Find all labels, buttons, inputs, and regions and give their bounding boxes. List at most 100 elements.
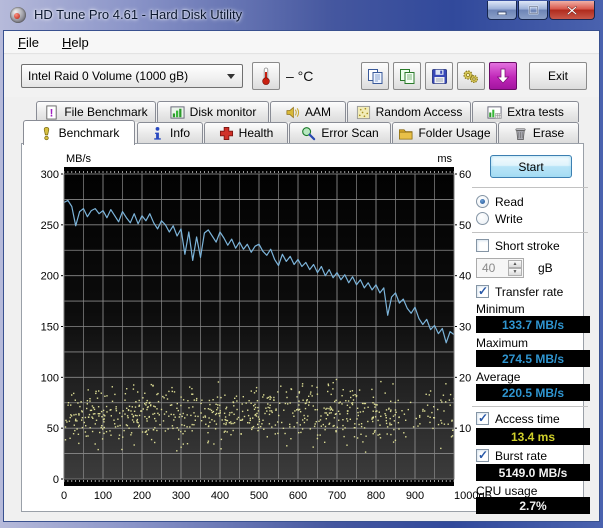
cpu-usage-label: CPU usage [476,484,537,498]
tab-disk-monitor[interactable]: Disk monitor [157,101,269,122]
short-stroke-checkbox[interactable]: Short stroke [476,238,560,253]
spinner-down-icon[interactable]: ▼ [508,268,522,276]
write-radio[interactable]: Write [476,211,523,226]
cpu-usage-value: 2.7% [476,497,590,514]
copy-image-button[interactable] [393,62,421,90]
svg-text:300: 300 [41,169,59,181]
maximize-button[interactable] [518,1,548,20]
spinner-up-icon[interactable]: ▲ [508,260,522,268]
toolbar: Intel Raid 0 Volume (1000 gB) – °C [4,55,599,97]
maximum-value: 274.5 MB/s [476,350,590,367]
svg-text:20: 20 [459,372,471,384]
drive-selector-value: Intel Raid 0 Volume (1000 gB) [28,69,188,83]
checkbox-icon [476,412,489,425]
svg-text:400: 400 [211,490,229,502]
tab-folder-usage[interactable]: Folder Usage [392,122,497,143]
app-icon [10,7,26,23]
disk-monitor-icon [170,105,185,120]
tab-error-scan[interactable]: Error Scan [289,122,391,143]
tab-extra-tests[interactable]: Extra tests [472,101,579,122]
tab-random-access[interactable]: Random Access [347,101,471,122]
aam-icon [285,105,300,120]
tab-benchmark[interactable]: Benchmark [23,120,135,145]
menu-bar: File Help [4,31,599,54]
tab-health[interactable]: Health [204,122,288,143]
save-icon [431,68,448,85]
burst-rate-checkbox[interactable]: Burst rate [476,448,547,463]
transfer-rate-checkbox[interactable]: Transfer rate [476,284,563,299]
svg-text:800: 800 [367,490,385,502]
short-stroke-spinner[interactable]: 40 ▲ ▼ [476,258,524,278]
minimum-value: 133.7 MB/s [476,316,590,333]
close-button[interactable] [549,1,595,20]
options-button[interactable] [457,62,485,90]
app-window: HD Tune Pro 4.61 - Hard Disk Utility Fil… [0,0,603,528]
tab-strip: ! File Benchmark Disk monitor AAM Random… [4,97,599,143]
radio-icon [476,195,489,208]
error-scan-icon [301,126,316,141]
options-icon [462,68,480,85]
tab-file-benchmark[interactable]: ! File Benchmark [36,101,156,122]
chevron-down-icon [227,74,235,79]
maximum-label: Maximum [476,336,528,350]
svg-text:600: 600 [289,490,307,502]
drive-selector[interactable]: Intel Raid 0 Volume (1000 gB) [21,64,243,88]
svg-text:900: 900 [406,490,424,502]
save-button[interactable] [425,62,453,90]
svg-text:200: 200 [41,271,59,283]
access-time-value: 13.4 ms [476,428,590,445]
checkbox-icon [476,239,489,252]
controls-panel: Start Read Write Short stroke 40 [472,144,594,513]
menu-file[interactable]: File [9,32,48,53]
extra-tests-icon [487,105,502,120]
average-label: Average [476,370,520,384]
burst-rate-value: 5149.0 MB/s [476,464,590,481]
minimize-button[interactable] [487,1,517,20]
menu-help[interactable]: Help [53,32,98,53]
svg-text:MB/s: MB/s [66,153,92,165]
info-icon [150,126,165,141]
read-radio[interactable]: Read [476,194,524,209]
capture-button[interactable] [489,62,517,90]
window-title: HD Tune Pro 4.61 - Hard Disk Utility [34,7,242,22]
tab-erase[interactable]: Erase [498,122,579,143]
temperature-value: – °C [286,68,313,84]
tab-aam[interactable]: AAM [270,101,346,122]
start-button[interactable]: Start [490,155,572,178]
svg-text:ms: ms [437,153,452,165]
svg-text:0: 0 [61,490,67,502]
checkbox-icon [476,285,489,298]
minimum-label: Minimum [476,302,525,316]
svg-text:30: 30 [459,322,471,334]
title-bar[interactable]: HD Tune Pro 4.61 - Hard Disk Utility [0,0,603,30]
access-time-checkbox[interactable]: Access time [476,411,560,426]
divider [472,187,588,188]
svg-text:500: 500 [250,490,268,502]
svg-text:150: 150 [41,322,59,334]
erase-icon [513,126,528,141]
average-value: 220.5 MB/s [476,384,590,401]
svg-text:100: 100 [41,372,59,384]
divider [472,232,588,233]
folder-usage-icon [398,126,413,141]
svg-text:250: 250 [41,220,59,232]
thermometer-icon [260,66,272,86]
temperature-button[interactable] [252,62,280,90]
tab-info[interactable]: Info [137,122,203,143]
svg-text:200: 200 [133,490,151,502]
benchmark-chart: 300250200150100500605040302010MB/sms0100… [22,144,492,504]
file-benchmark-icon: ! [44,105,59,120]
benchmark-page: 300250200150100500605040302010MB/sms0100… [21,143,584,512]
exit-button[interactable]: Exit [529,62,587,90]
svg-text:!: ! [50,107,54,119]
copy-button[interactable] [361,62,389,90]
random-access-icon [356,105,371,120]
svg-text:10: 10 [459,423,471,435]
svg-text:40: 40 [459,271,471,283]
short-stroke-unit: gB [538,261,553,275]
divider [472,406,588,407]
svg-text:700: 700 [328,490,346,502]
svg-text:100: 100 [94,490,112,502]
svg-text:300: 300 [172,490,190,502]
copy-image-icon [399,68,416,85]
